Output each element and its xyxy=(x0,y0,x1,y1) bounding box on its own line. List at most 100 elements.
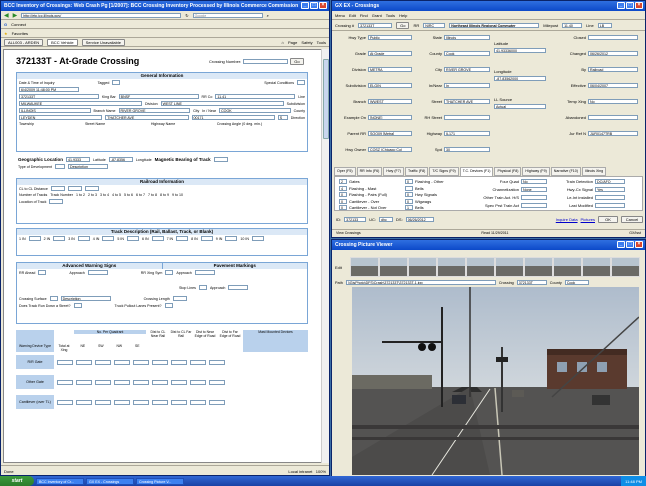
option-value[interactable]: Yes xyxy=(595,187,625,192)
thumbnail[interactable] xyxy=(525,258,552,276)
device-count[interactable]: 2 xyxy=(339,179,347,184)
city-field[interactable]: RIVER GROVE xyxy=(118,108,191,113)
minimize-icon[interactable]: _ xyxy=(301,2,309,9)
gate-cell[interactable] xyxy=(171,379,187,385)
crossings-title-bar[interactable]: GX EX - Crossings _ □ × xyxy=(332,1,645,11)
option-value[interactable]: DC/AFO xyxy=(595,179,625,184)
special-field[interactable] xyxy=(297,80,305,85)
gate-cell[interactable] xyxy=(57,379,73,385)
gate-cell[interactable] xyxy=(114,399,130,405)
gate-cell[interactable] xyxy=(190,379,206,385)
option-value[interactable]: No xyxy=(521,179,547,184)
close-icon[interactable]: × xyxy=(319,2,327,9)
track-cell-field[interactable] xyxy=(225,236,238,241)
tab-2[interactable]: Service Unavailable xyxy=(81,38,125,46)
gate-cell[interactable] xyxy=(171,359,187,365)
cancel-button[interactable]: Cancel xyxy=(621,215,643,223)
track-street-field[interactable] xyxy=(73,303,82,308)
gate-cell[interactable] xyxy=(76,399,92,405)
milepost-field[interactable]: 11.41 xyxy=(215,94,296,99)
field-value[interactable]: Railroad xyxy=(588,67,638,72)
field-value[interactable]: 06/04/2007 xyxy=(588,83,638,88)
line-input[interactable]: LB xyxy=(597,22,612,28)
search-icon[interactable]: ⌕ xyxy=(267,13,269,18)
task-browser[interactable]: BCC Inventory of Cr... xyxy=(36,477,84,485)
maximize-icon[interactable]: □ xyxy=(310,2,318,9)
path-field[interactable]: \\GisPhoto\DFS\Crash\372133T\372133T-1.j… xyxy=(345,280,496,285)
tab-2[interactable]: Hwy (F7) xyxy=(383,167,404,176)
track-cell-field[interactable] xyxy=(77,236,90,241)
device-count[interactable]: 0 xyxy=(339,205,347,210)
tab-4[interactable]: T/C Signs (F9) xyxy=(429,167,459,176)
tab-6[interactable]: Physical (F8) xyxy=(494,167,522,176)
tab-1[interactable]: BCC Vehicle xyxy=(47,38,78,46)
gate-cell[interactable] xyxy=(209,399,225,405)
county-field[interactable]: COOK xyxy=(219,108,291,113)
gate-cell[interactable] xyxy=(152,399,168,405)
crossing-number-input[interactable] xyxy=(243,59,289,64)
scrollbar-thumb[interactable] xyxy=(323,59,329,139)
tab-1[interactable]: RR Info (F6) xyxy=(356,167,383,176)
task-viewer[interactable]: Crossing Picture V... xyxy=(136,477,184,485)
rr-input[interactable]: NIRC xyxy=(423,22,446,28)
state-field[interactable]: ILLINOIS xyxy=(19,108,91,113)
viewer-title-bar[interactable]: Crossing Picture Viewer _ □ × xyxy=(332,240,645,250)
track-cell-field[interactable] xyxy=(126,236,139,241)
edit-label[interactable]: Edit xyxy=(335,265,342,270)
track-cell-field[interactable] xyxy=(251,236,264,241)
pavement-approach-field[interactable] xyxy=(194,270,215,275)
field-value[interactable]: IL171 xyxy=(444,131,490,136)
menu-item[interactable]: Menu xyxy=(335,13,345,18)
crossing-length-field[interactable] xyxy=(172,296,187,301)
gate-cell[interactable] xyxy=(76,359,92,365)
browser-title-bar[interactable]: BCC Inventory of Crossings: Web Crash Pg… xyxy=(1,1,329,11)
field-value[interactable]: Cook xyxy=(444,51,490,56)
tab-8[interactable]: Narrative (F10) xyxy=(550,167,581,176)
device-count[interactable]: 0 xyxy=(339,198,347,204)
minimize-icon[interactable]: _ xyxy=(617,241,625,248)
surface-select[interactable]: Description xyxy=(60,296,111,301)
distance-field-0[interactable] xyxy=(50,186,65,191)
home-icon[interactable]: ⌂ xyxy=(282,40,284,45)
field-value[interactable]: [NONE] xyxy=(368,115,412,120)
go-icon[interactable]: Go xyxy=(396,21,410,29)
track-cell-field[interactable] xyxy=(151,236,164,241)
township-field[interactable]: LEYDEN xyxy=(19,115,103,120)
thumbnail[interactable] xyxy=(467,258,494,276)
field-value[interactable]: METRA xyxy=(368,67,412,72)
latitude-field[interactable]: 41.9333 xyxy=(66,157,91,162)
device-count[interactable]: 0 xyxy=(405,198,413,204)
tab-0[interactable]: Oper (F5) xyxy=(334,167,356,176)
field-value[interactable]: Public xyxy=(368,35,412,40)
gate-cell[interactable] xyxy=(114,359,130,365)
gate-cell[interactable] xyxy=(190,359,206,365)
coord-value[interactable]: -87.83562000 xyxy=(494,76,546,81)
tab-3[interactable]: Traffic (F8) xyxy=(404,167,429,176)
zoom-level[interactable]: 100% xyxy=(316,469,326,474)
development-code[interactable] xyxy=(54,164,65,169)
field-value[interactable]: ELGIN xyxy=(368,83,412,88)
device-count[interactable]: 0 xyxy=(405,192,413,197)
pictures-link[interactable]: Pictures xyxy=(581,217,595,222)
option-value[interactable] xyxy=(521,195,547,200)
gate-cell[interactable] xyxy=(133,359,149,365)
field-value[interactable]: THATCHER AVE xyxy=(444,99,490,104)
railroad-name-field[interactable]: MILWAUKEE xyxy=(19,101,143,106)
address-input[interactable]: http://etp.icc.illinois.gov/ xyxy=(21,12,182,18)
gate-cell[interactable] xyxy=(133,399,149,405)
thumbnail[interactable] xyxy=(351,258,378,276)
maximize-icon[interactable]: □ xyxy=(626,241,634,248)
street-field[interactable]: THATCHER AVE xyxy=(105,115,189,120)
milepost-input[interactable]: 11.40 xyxy=(562,22,583,28)
page-menu[interactable]: Page xyxy=(288,40,297,45)
gate-cell[interactable] xyxy=(57,359,73,365)
crossing-field[interactable]: 372133T xyxy=(19,94,99,99)
track-cell-field[interactable] xyxy=(28,236,41,241)
field-value[interactable]: JUR0147TRB xyxy=(588,131,638,136)
approach-field[interactable] xyxy=(87,270,108,275)
thumbnail[interactable] xyxy=(409,258,436,276)
inquire-data-link[interactable]: Inquire Data xyxy=(556,217,578,222)
gate-cell[interactable] xyxy=(209,359,225,365)
device-count[interactable]: 0 xyxy=(339,192,347,197)
gate-cell[interactable] xyxy=(76,379,92,385)
